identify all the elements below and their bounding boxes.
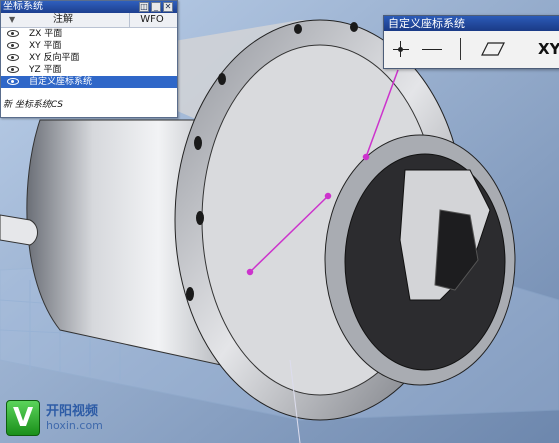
cs-row-zx[interactable]: ZX 平面 [1,28,177,40]
eye-icon[interactable] [7,54,19,61]
close-button[interactable]: ✕ [163,2,173,12]
xy-plane-button[interactable]: XY [538,35,559,63]
minimize-button[interactable]: _ [151,2,161,12]
cs-row-label: XY 平面 [29,41,62,51]
logo-mark: V [6,400,40,436]
custom-cs-tools: XY [384,31,559,68]
logo-name-cn: 开阳视频 [46,404,99,419]
column-note[interactable]: 注解 [53,13,73,27]
plane-icon[interactable] [480,35,506,63]
cs-row-label: 自定义座标系统 [29,77,93,87]
cs-panel-title: 坐标系统 [3,1,43,12]
cs-row-xy-reverse[interactable]: XY 反向平面 [1,52,177,64]
restore-button[interactable]: ◫ [139,2,149,12]
custom-cs-toolbar-title[interactable]: 自定义座标系统 [384,16,559,31]
toolbar-separator [460,38,461,60]
point-crosshair-icon[interactable] [390,35,412,63]
cs-row-custom[interactable]: 自定义座标系统 [1,76,177,88]
watermark-logo: V 开阳视频 hoxin.com [6,396,136,440]
eye-icon[interactable] [7,30,19,37]
cs-panel-titlebar[interactable]: 坐标系统 ◫ _ ✕ [1,1,177,13]
eye-icon[interactable] [7,78,19,85]
column-wfo[interactable]: WFO [129,13,174,27]
sort-arrow-icon[interactable]: ▼ [9,13,15,27]
cs-row-label: YZ 平面 [29,65,62,75]
coordinate-system-panel: 坐标系统 ◫ _ ✕ ▼ 注解 WFO ZX 平面 XY 平面 XY 反向平面 … [0,0,178,118]
line-icon[interactable] [420,35,446,63]
cs-list: ZX 平面 XY 平面 XY 反向平面 YZ 平面 自定义座标系统 [1,28,177,88]
cs-row-label: ZX 平面 [29,29,63,39]
cs-list-header: ▼ 注解 WFO [1,13,177,28]
cs-row-xy[interactable]: XY 平面 [1,40,177,52]
eye-icon[interactable] [7,66,19,73]
new-cs-label[interactable]: 新 坐标系统CS [3,97,63,110]
cs-row-label: XY 反向平面 [29,53,80,63]
cs-row-yz[interactable]: YZ 平面 [1,64,177,76]
logo-name-en: hoxin.com [46,419,103,432]
custom-cs-toolbar: 自定义座标系统 XY [383,15,559,69]
eye-icon[interactable] [7,42,19,49]
